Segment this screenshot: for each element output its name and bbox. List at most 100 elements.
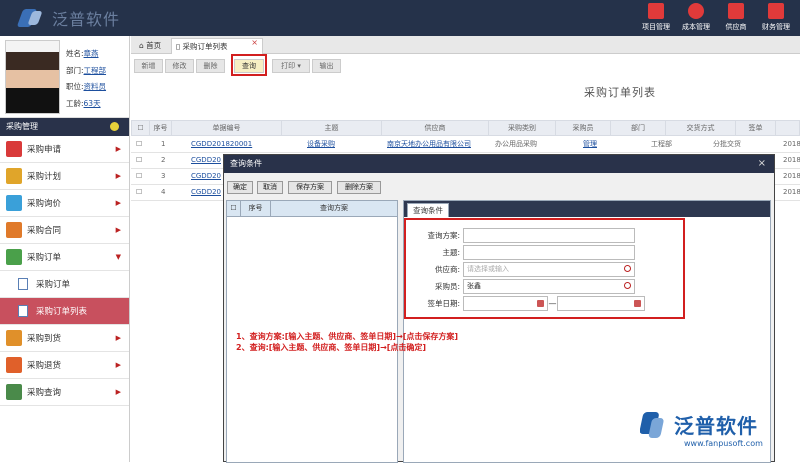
- home-icon: ⌂: [139, 41, 144, 50]
- sidebar-subitem-order-list[interactable]: 采购订单列表: [0, 298, 129, 325]
- sidebar-item-purchase-order[interactable]: 采购订单 ▼: [0, 244, 129, 271]
- sidebar-item-label: 采购合同: [27, 226, 62, 236]
- save-scheme-button[interactable]: 保存方案: [288, 181, 332, 194]
- chevron-right-icon: ▶: [115, 199, 121, 207]
- table-row[interactable]: ☐ 1 CGDD201820001 设备采购 南京天地办公用品有限公司 办公用品…: [131, 137, 800, 153]
- sidebar-item-purchase-arrival[interactable]: 采购到货 ▶: [0, 325, 129, 352]
- tenure-label: 工龄:: [66, 98, 84, 108]
- note-line: 1、查询方案:[输入主题、供应商、签单日期]→[点击保存方案]: [236, 332, 459, 341]
- instruction-notes: 1、查询方案:[输入主题、供应商、签单日期]→[点击保存方案] 2、查询:[输入…: [236, 331, 458, 353]
- cell-code[interactable]: CGDD20: [191, 185, 221, 200]
- note-line: 2、查询:[输入主题、供应商、签单日期]→[点击确定]: [236, 343, 427, 352]
- building-icon: [648, 3, 664, 19]
- checkbox-col[interactable]: ☐: [132, 121, 150, 135]
- sidebar-item-purchase-query[interactable]: 采购查询 ▶: [0, 379, 129, 406]
- sidebar-item-label: 采购查询: [27, 388, 62, 398]
- col-header: 序号: [150, 121, 172, 135]
- cell-no: 1: [161, 140, 166, 148]
- dept-label: 部门:: [66, 65, 84, 75]
- cell-no: 2: [161, 156, 166, 164]
- chevron-right-icon: ▶: [115, 145, 121, 153]
- tab-order-list[interactable]: ▯ 采购订单列表 ×: [171, 38, 263, 54]
- nav-label: 供应商: [725, 23, 747, 31]
- title-label: 职位:: [66, 82, 84, 91]
- cell-subject[interactable]: 设备采购: [307, 137, 335, 152]
- confirm-button[interactable]: 确定: [227, 181, 253, 194]
- sidebar-item-purchase-plan[interactable]: 采购计划 ▶: [0, 163, 129, 190]
- checkbox[interactable]: ☐: [227, 201, 241, 216]
- scheme-list-header: ☐ 序号 查询方案: [227, 201, 397, 217]
- row-checkbox[interactable]: ☐: [136, 185, 142, 200]
- query-highlight-box: [231, 54, 267, 76]
- print-button[interactable]: 打印 ▾: [272, 59, 310, 73]
- plan-icon: [6, 168, 22, 184]
- gear-icon[interactable]: [110, 122, 119, 131]
- sidebar-item-label: 采购到货: [27, 334, 62, 344]
- menu-header-label: 采购管理: [6, 122, 38, 131]
- cell-no: 4: [161, 188, 166, 196]
- delete-button[interactable]: 删除: [196, 59, 225, 73]
- dialog-title: 查询条件: [230, 159, 262, 168]
- tab-label: 首页: [146, 41, 162, 50]
- brand-url: www.fanpusoft.com: [684, 439, 763, 448]
- dialog-header: 查询条件 ×: [224, 155, 774, 173]
- name-value[interactable]: 章燕: [84, 49, 99, 58]
- nav-finance[interactable]: 财务管理: [756, 3, 796, 32]
- cell-dept: 工程部: [651, 140, 672, 148]
- delete-scheme-button[interactable]: 删除方案: [337, 181, 381, 194]
- nav-label: 财务管理: [762, 23, 790, 31]
- sidebar-item-label: 采购计划: [27, 172, 62, 182]
- user-profile: 姓名:章燕 部门:工程部 职位:资料员 工龄:63天: [0, 36, 129, 118]
- chevron-right-icon: ▶: [115, 226, 121, 234]
- pie-chart-icon: [688, 3, 704, 19]
- sidebar-subitem-order[interactable]: 采购订单: [0, 271, 129, 298]
- sidebar-item-purchase-contract[interactable]: 采购合同 ▶: [0, 217, 129, 244]
- dept-value[interactable]: 工程部: [84, 66, 107, 75]
- cell-supplier[interactable]: 南京天地办公用品有限公司: [387, 137, 471, 152]
- chevron-down-icon: ▼: [115, 253, 121, 261]
- logo-icon: [16, 7, 46, 29]
- chevron-right-icon: ▶: [115, 388, 121, 396]
- row-checkbox[interactable]: ☐: [136, 137, 142, 152]
- nav-cost[interactable]: 成本管理: [676, 3, 716, 32]
- cell-code[interactable]: CGDD20: [191, 169, 221, 184]
- document-icon: ▯: [176, 42, 181, 51]
- tab-conditions[interactable]: 查询条件: [407, 203, 449, 217]
- close-icon[interactable]: ×: [251, 35, 258, 51]
- export-button[interactable]: 输出: [312, 59, 341, 73]
- return-icon: [6, 357, 22, 373]
- add-button[interactable]: 新增: [134, 59, 163, 73]
- col-header: 主题: [282, 121, 382, 135]
- sidebar-item-purchase-request[interactable]: 采购申请 ▶: [0, 136, 129, 163]
- cell-code[interactable]: CGDD201820001: [191, 137, 252, 152]
- close-icon[interactable]: ×: [758, 155, 766, 173]
- subitem-label: 采购订单: [36, 280, 71, 290]
- sidebar-item-purchase-inquiry[interactable]: 采购询价 ▶: [0, 190, 129, 217]
- avatar: [5, 40, 60, 114]
- col-header: 单据编号: [172, 121, 282, 135]
- chevron-down-icon: ▾: [297, 62, 301, 70]
- cell-code[interactable]: CGDD20: [191, 153, 221, 168]
- tab-bar: ⌂ 首页 ▯ 采购订单列表 ×: [131, 36, 800, 54]
- cell-buyer[interactable]: 管理: [583, 137, 597, 152]
- sidebar-item-purchase-return[interactable]: 采购退货 ▶: [0, 352, 129, 379]
- cancel-button[interactable]: 取消: [257, 181, 283, 194]
- tab-home[interactable]: ⌂ 首页: [135, 38, 171, 54]
- grid-header: ☐ 序号 单据编号 主题 供应商 采购类别 采购员 部门 交货方式 签单: [131, 120, 800, 136]
- contract-icon: [6, 222, 22, 238]
- tenure-value[interactable]: 63天: [84, 99, 101, 108]
- edit-button[interactable]: 修改: [165, 59, 194, 73]
- nav-project[interactable]: 项目管理: [636, 3, 676, 32]
- cell-type: 办公用品采购: [495, 140, 537, 148]
- col-header: 采购员: [556, 121, 611, 135]
- title-value[interactable]: 资料员: [84, 82, 107, 91]
- row-checkbox[interactable]: ☐: [136, 169, 142, 184]
- row-checkbox[interactable]: ☐: [136, 153, 142, 168]
- nav-supplier[interactable]: 供应商: [716, 3, 756, 32]
- sidebar-item-label: 采购退货: [27, 361, 62, 371]
- query-icon: [6, 384, 22, 400]
- col-header: 部门: [611, 121, 666, 135]
- conditions-highlight-box: [404, 218, 685, 319]
- top-bar: 泛普软件 项目管理 成本管理 供应商 财务管理: [0, 0, 800, 36]
- col-header: 采购类别: [489, 121, 556, 135]
